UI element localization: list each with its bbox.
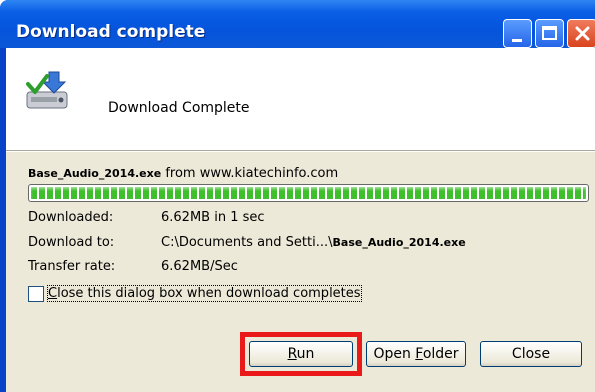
access-key: F (415, 346, 423, 362)
download-to-path: C:\Documents and Setti...\ (161, 235, 333, 250)
dialog-body: Download Complete Base_Audio_2014.exe fr… (6, 48, 595, 392)
close-on-complete-checkbox[interactable] (28, 286, 44, 302)
minimize-button[interactable] (503, 19, 532, 48)
access-key: R (287, 346, 297, 362)
download-to-value: C:\Documents and Setti...\Base_Audio_201… (161, 235, 466, 250)
maximize-button[interactable] (535, 19, 564, 48)
download-complete-icon (26, 71, 68, 109)
divider (6, 150, 595, 152)
button-label: un (296, 346, 315, 362)
download-progress-bar (28, 184, 589, 202)
button-label: Open (373, 346, 416, 362)
status-message: Download Complete (108, 100, 250, 116)
download-to-label: Download to: (28, 235, 115, 250)
run-button[interactable]: Run (249, 341, 353, 367)
window-title: Download complete (16, 22, 206, 42)
transfer-rate-label: Transfer rate: (28, 259, 116, 274)
label-text: lose this dialog box when download compl… (57, 286, 361, 301)
close-button[interactable]: Close (480, 341, 582, 367)
downloaded-row: Downloaded: 6.62MB in 1 sec (28, 210, 265, 225)
close-window-button[interactable] (567, 19, 595, 48)
access-key: C (48, 286, 58, 301)
header-panel: Download Complete (6, 48, 595, 150)
button-label: older (422, 346, 459, 362)
source-filename: Base_Audio_2014.exe (28, 167, 162, 180)
progress-fill (31, 187, 586, 199)
open-folder-button[interactable]: Open Folder (366, 341, 466, 367)
close-icon (575, 26, 590, 41)
close-on-complete-label[interactable]: Close this dialog box when download comp… (47, 285, 362, 302)
source-url: from www.kiatechinfo.com (165, 166, 339, 181)
download-to-row: Download to: C:\Documents and Setti...\B… (28, 235, 466, 250)
transfer-rate-row: Transfer rate: 6.62MB/Sec (28, 259, 238, 274)
download-complete-dialog: Download complete Download Complete Base… (0, 0, 595, 392)
transfer-rate-value: 6.62MB/Sec (161, 259, 238, 274)
downloaded-value: 6.62MB in 1 sec (161, 210, 265, 225)
source-line: Base_Audio_2014.exe from www.kiatechinfo… (28, 166, 338, 181)
download-to-filename: Base_Audio_2014.exe (332, 236, 466, 249)
title-bar[interactable]: Download complete (0, 0, 595, 48)
downloaded-label: Downloaded: (28, 210, 114, 225)
